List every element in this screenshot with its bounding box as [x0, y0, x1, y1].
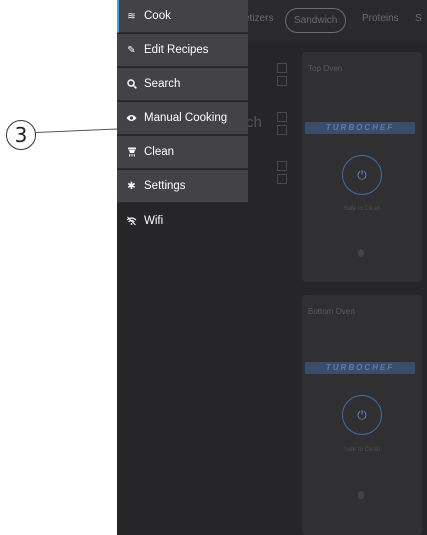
turbochef-logo: TURBOCHEF: [305, 122, 415, 134]
oven-label: Top Oven: [308, 64, 343, 73]
turbochef-logo: TURBOCHEF: [305, 362, 415, 374]
category-sandwich[interactable]: Sandwich: [285, 8, 347, 33]
wifi-off-icon: [126, 215, 137, 226]
menu-item-settings[interactable]: ✱ Settings: [117, 170, 248, 203]
pencil-icon: ✎: [127, 44, 136, 56]
light-icon[interactable]: [358, 249, 364, 257]
oven-status: Safe to Clean: [343, 206, 381, 212]
power-icon[interactable]: ⏻: [342, 155, 382, 195]
callout-number: 3: [6, 120, 36, 150]
menu-item-search[interactable]: Search: [117, 68, 248, 101]
menu-item-label: Search: [144, 78, 181, 90]
cook-icon: ≋: [127, 10, 136, 22]
menu-item-label: Wifi: [144, 214, 164, 227]
menu-item-label: Settings: [144, 180, 186, 192]
recipe-checkbox[interactable]: [277, 125, 287, 135]
recipe-checkbox[interactable]: [277, 76, 287, 86]
light-icon[interactable]: [358, 491, 364, 499]
power-icon[interactable]: ⏻: [342, 395, 382, 435]
menu-item-label: Cook: [144, 10, 171, 22]
oven-label: Bottom Oven: [308, 307, 355, 316]
search-icon: [126, 79, 137, 90]
menu-item-cook[interactable]: ≋ Cook: [117, 0, 248, 33]
gear-icon: ✱: [127, 180, 136, 192]
recipe-checkbox[interactable]: [277, 174, 287, 184]
category-more[interactable]: S: [415, 13, 422, 24]
eye-icon: [126, 113, 137, 124]
menu-item-wifi[interactable]: Wifi: [117, 204, 248, 237]
clean-icon: [126, 147, 137, 158]
callout-leader-line: [35, 128, 120, 133]
oven-status: Safe to Clean: [343, 447, 381, 453]
top-oven-card: Top Oven TURBOCHEF ⏻ Safe to Clean: [302, 52, 422, 282]
bottom-oven-card: Bottom Oven TURBOCHEF ⏻ Safe to Clean: [302, 295, 422, 535]
menu-item-label: Manual Cooking: [144, 112, 228, 124]
menu-item-clean[interactable]: Clean: [117, 136, 248, 169]
menu-item-label: Edit Recipes: [144, 44, 209, 56]
navigation-drawer: ≋ Cook ✎ Edit Recipes Search Manual Cook…: [117, 0, 248, 535]
category-proteins[interactable]: Proteins: [362, 13, 399, 24]
device-screen: etizers Sandwich Proteins S ch Top Oven …: [117, 0, 427, 535]
menu-item-edit-recipes[interactable]: ✎ Edit Recipes: [117, 34, 248, 67]
recipe-checkbox[interactable]: [277, 112, 287, 122]
recipe-checkbox[interactable]: [277, 63, 287, 73]
recipe-checkbox[interactable]: [277, 161, 287, 171]
category-appetizers[interactable]: etizers: [244, 13, 273, 24]
menu-item-label: Clean: [144, 146, 175, 158]
recipe-name-fragment: ch: [246, 114, 262, 131]
menu-item-manual-cooking[interactable]: Manual Cooking: [117, 102, 248, 135]
